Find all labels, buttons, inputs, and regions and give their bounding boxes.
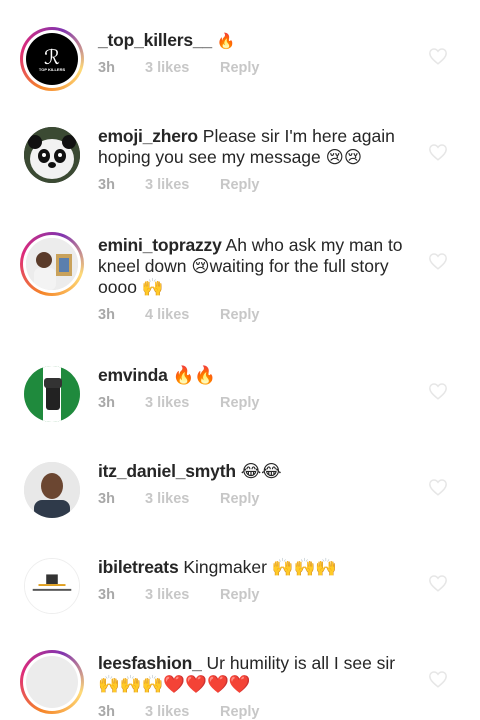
- like-heart-icon[interactable]: [428, 143, 448, 161]
- like-heart-icon[interactable]: [428, 478, 448, 496]
- comment-username[interactable]: emoji_zhero: [98, 126, 198, 146]
- comment-time: 3h: [98, 60, 115, 76]
- avatar[interactable]: [20, 232, 84, 296]
- comment-username[interactable]: leesfashion_: [98, 653, 202, 673]
- comment-username[interactable]: emini_toprazzy: [98, 235, 222, 255]
- person-photo-icon: [26, 238, 78, 290]
- reply-button[interactable]: Reply: [220, 60, 260, 76]
- comment-text: 🔥: [211, 32, 236, 50]
- shop-logo-icon: [25, 559, 79, 613]
- comment-likes[interactable]: 3 likes: [145, 704, 189, 720]
- like-heart-icon[interactable]: [428, 382, 448, 400]
- comment-text: 🔥🔥: [167, 365, 217, 385]
- comment-time: 3h: [98, 491, 115, 507]
- avatar[interactable]: [20, 123, 84, 187]
- reply-button[interactable]: Reply: [220, 704, 260, 720]
- like-heart-icon[interactable]: [428, 670, 448, 688]
- comment-time: 3h: [98, 395, 115, 411]
- comment-time: 3h: [98, 307, 115, 323]
- comment-likes[interactable]: 3 likes: [145, 587, 189, 603]
- comment-username[interactable]: ibiletreats: [98, 557, 179, 577]
- avatar[interactable]: [20, 362, 84, 426]
- avatar[interactable]: [20, 458, 84, 522]
- person-photo-icon: [24, 462, 80, 518]
- avatar[interactable]: ℛ TOP KILLERS: [20, 27, 84, 91]
- logo-icon: ℛ: [44, 44, 60, 69]
- reply-button[interactable]: Reply: [220, 395, 260, 411]
- comment-likes[interactable]: 3 likes: [145, 177, 189, 193]
- comment-text: 😂😂: [235, 461, 282, 481]
- reply-button[interactable]: Reply: [220, 587, 260, 603]
- avatar[interactable]: [20, 554, 84, 618]
- reply-button[interactable]: Reply: [220, 491, 260, 507]
- like-heart-icon[interactable]: [428, 252, 448, 270]
- comment-username[interactable]: _top_killers__: [98, 30, 212, 50]
- comment-text: Kingmaker 🙌🙌🙌: [178, 557, 338, 577]
- reply-button[interactable]: Reply: [220, 177, 260, 193]
- comment-likes[interactable]: 3 likes: [145, 491, 189, 507]
- comment-time: 3h: [98, 177, 115, 193]
- comment-likes[interactable]: 4 likes: [145, 307, 189, 323]
- comment-username[interactable]: itz_daniel_smyth: [98, 461, 236, 481]
- comment-likes[interactable]: 3 likes: [145, 60, 189, 76]
- avatar[interactable]: [20, 650, 84, 714]
- avatar-logo-text: TOP KILLERS: [38, 66, 66, 72]
- like-heart-icon[interactable]: [428, 574, 448, 592]
- comment-username[interactable]: emvinda: [98, 365, 168, 385]
- comment-likes[interactable]: 3 likes: [145, 395, 189, 411]
- comment-time: 3h: [98, 704, 115, 720]
- fist-flag-avatar-icon: [24, 366, 80, 422]
- comment-time: 3h: [98, 587, 115, 603]
- like-heart-icon[interactable]: [428, 47, 448, 65]
- reply-button[interactable]: Reply: [220, 307, 260, 323]
- panda-avatar-icon: [24, 127, 80, 183]
